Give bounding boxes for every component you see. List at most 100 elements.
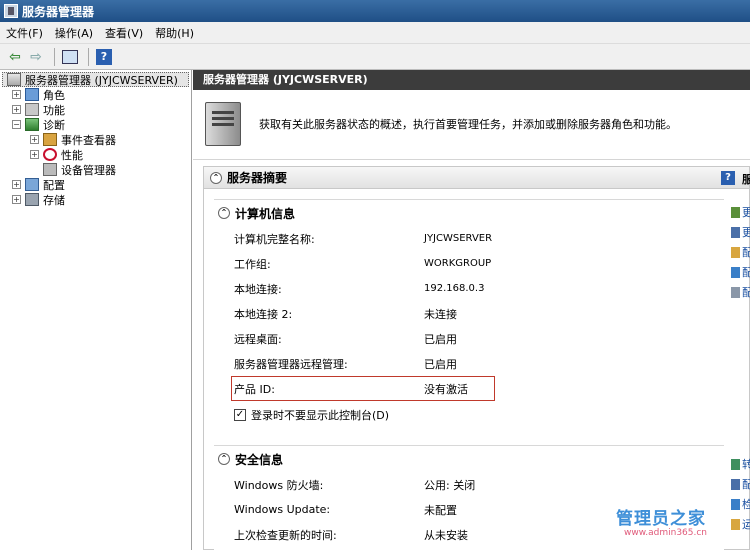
info-key: 本地连接 2: (234, 307, 293, 321)
info-value: 从未安装 (424, 528, 468, 542)
update-icon (731, 458, 740, 470)
banner: 获取有关此服务器状态的概述，执行首要管理任务，并添加或删除服务器角色和功能。 (193, 90, 750, 160)
features-icon (25, 103, 39, 116)
banner-description: 获取有关此服务器状态的概述，执行首要管理任务，并添加或删除服务器角色和功能。 (259, 118, 677, 131)
server-summary-section: ⌃ 服务器摘要 ? 服 ⌃ 计算机信息 计算机完整名称: JYJCWSERVER… (203, 166, 750, 550)
server-manager-icon (4, 4, 18, 18)
info-key: 本地连接: (234, 282, 282, 296)
collapse-icon[interactable]: ⌃ (218, 207, 230, 219)
server-summary-title: 服务器摘要 (227, 171, 288, 185)
show-hide-tree-button[interactable] (61, 48, 79, 66)
info-key: 服务器管理器远程管理: (234, 357, 348, 371)
toolbar-separator (54, 47, 55, 66)
info-row-remote-desktop: 远程桌面: 已启用 (214, 326, 724, 351)
tree-item-label: 配置 (43, 178, 65, 192)
tree-item-label: 设备管理器 (61, 163, 116, 177)
back-arrow-icon[interactable]: ⇦ (6, 48, 24, 66)
tree-item-label: 性能 (61, 148, 83, 162)
info-key: Windows 防火墙: (234, 478, 324, 492)
tree-item-storage[interactable]: + 存储 (0, 192, 191, 207)
task-link[interactable]: 更 (731, 225, 750, 239)
info-row-product-id: 产品 ID: 没有激活 (214, 376, 724, 401)
product-id-highlight-box (231, 376, 495, 401)
menu-view[interactable]: 查看(V) (105, 25, 143, 41)
computer-info-header[interactable]: ⌃ 计算机信息 (214, 200, 724, 226)
info-value: WORKGROUP (424, 258, 492, 269)
expand-icon[interactable]: + (12, 195, 21, 204)
info-value: 未连接 (424, 307, 457, 321)
tree-root[interactable]: 服务器管理器 (JYJCWSERVER) (2, 72, 189, 87)
security-info-title: 安全信息 (235, 452, 284, 467)
task-link[interactable]: 更 (731, 205, 750, 219)
info-value: 公用: 关闭 (424, 478, 476, 492)
menu-file[interactable]: 文件(F) (6, 25, 43, 41)
expand-icon[interactable]: + (30, 150, 39, 159)
server-summary-bar[interactable]: ⌃ 服务器摘要 ? 服 (204, 167, 750, 189)
navigation-tree: 服务器管理器 (JYJCWSERVER) + 角色 + 功能 − 诊断 + 事件… (0, 70, 192, 550)
configuration-icon (25, 178, 39, 191)
help-icon: ? (96, 48, 112, 65)
menu-help[interactable]: 帮助(H) (155, 25, 194, 41)
tree-item-event-viewer[interactable]: + 事件查看器 (0, 132, 191, 147)
configure-icon (731, 478, 740, 490)
tree-item-label: 事件查看器 (61, 133, 116, 147)
server-icon (7, 73, 21, 86)
tree-item-diagnostics[interactable]: − 诊断 (0, 117, 191, 132)
computer-info-section: ⌃ 计算机信息 计算机完整名称: JYJCWSERVER 工作组: WORKGR… (214, 199, 724, 431)
roles-icon (25, 88, 39, 101)
info-value: 已启用 (424, 357, 457, 371)
tree-item-configuration[interactable]: + 配置 (0, 177, 191, 192)
tree-item-features[interactable]: + 功能 (0, 102, 191, 117)
main-panel: 服务器管理器 (JYJCWSERVER) 获取有关此服务器状态的概述，执行首要管… (193, 70, 750, 550)
server-illustration-icon (205, 102, 241, 146)
tree-item-label: 角色 (43, 88, 65, 102)
forward-arrow-icon[interactable]: ⇨ (27, 48, 45, 66)
event-viewer-icon (43, 133, 57, 146)
watermark-url: www.admin365.cn (624, 528, 708, 538)
collapse-icon[interactable]: ⌃ (218, 453, 230, 465)
diagnostics-icon (25, 118, 39, 131)
collapse-icon[interactable]: ⌃ (210, 171, 222, 184)
security-row-firewall: Windows 防火墙: 公用: 关闭 (214, 472, 724, 497)
window-title: 服务器管理器 (22, 4, 95, 19)
task-link[interactable]: 配 (731, 477, 750, 491)
info-row-remote-management: 服务器管理器远程管理: 已启用 (214, 351, 724, 376)
info-row-local-connection-2: 本地连接 2: 未连接 (214, 301, 724, 326)
collapse-icon[interactable]: − (12, 120, 21, 129)
tree-item-label: 存储 (43, 193, 65, 207)
info-key: 远程桌面: (234, 332, 282, 346)
tree-item-performance[interactable]: + 性能 (0, 147, 191, 162)
tree-root-label: 服务器管理器 (JYJCWSERVER) (25, 73, 178, 87)
security-info-header[interactable]: ⌃ 安全信息 (214, 446, 724, 472)
task-link[interactable]: 配 (731, 245, 750, 259)
wrench-icon (731, 206, 740, 218)
expand-icon[interactable]: + (30, 135, 39, 144)
computer-info-title: 计算机信息 (235, 206, 296, 221)
menu-action[interactable]: 操作(A) (55, 25, 93, 41)
hide-console-checkbox-row[interactable]: ✓ 登录时不要显示此控制台(D) (214, 401, 724, 429)
task-link[interactable]: 转 (731, 457, 750, 471)
remote-icon (731, 266, 740, 278)
tree-item-roles[interactable]: + 角色 (0, 87, 191, 102)
info-key: 计算机完整名称: (234, 232, 315, 246)
task-link[interactable]: 配 (731, 285, 750, 299)
task-link[interactable]: 配 (731, 265, 750, 279)
expand-icon[interactable]: + (12, 180, 21, 189)
hide-console-checkbox[interactable]: ✓ (234, 409, 246, 421)
watermark-logo: 管理员之家 www.admin365.cn (610, 504, 750, 548)
panel-header: 服务器管理器 (JYJCWSERVER) (193, 70, 750, 90)
task-links-panel: 更 更 配 配 配 转 配 检 运 (727, 167, 750, 549)
show-hide-tree-icon (62, 49, 78, 64)
tree-item-label: 功能 (43, 103, 65, 117)
info-value: 192.168.0.3 (424, 283, 485, 294)
info-row-local-connection: 本地连接: 192.168.0.3 (214, 276, 724, 301)
tree-item-label: 诊断 (43, 118, 65, 132)
network-icon (731, 246, 740, 258)
expand-icon[interactable]: + (12, 105, 21, 114)
help-button[interactable]: ? (95, 48, 113, 66)
watermark-title: 管理员之家 (616, 509, 706, 529)
expand-icon[interactable]: + (12, 90, 21, 99)
tree-item-device-manager[interactable]: 设备管理器 (0, 162, 191, 177)
toolbar-separator (88, 47, 89, 66)
hide-console-label[interactable]: 登录时不要显示此控制台(D) (251, 407, 389, 423)
